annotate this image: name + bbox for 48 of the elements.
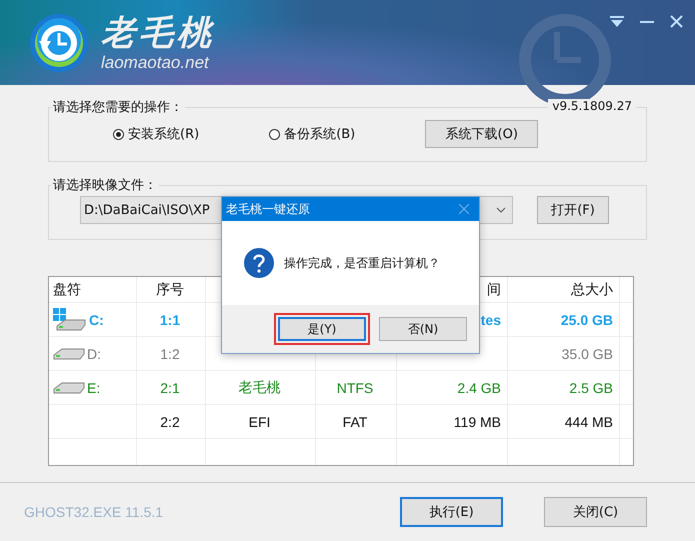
radio-icon[interactable] <box>269 128 280 140</box>
column-header: 序号 <box>156 280 184 298</box>
table-cell: 2:2 <box>160 414 180 430</box>
table-cell: 1:1 <box>160 312 180 328</box>
ghost-version: GHOST32.EXE 11.5.1 <box>24 504 164 520</box>
radio-label[interactable]: 备份系统(B) <box>284 125 356 143</box>
drive-letter: C: <box>89 312 104 328</box>
table-cell: 35.0 GB <box>562 346 613 362</box>
question-icon <box>244 248 274 278</box>
dropdown-icon[interactable] <box>610 16 624 28</box>
site-url: laomaotao.net <box>101 52 210 72</box>
footer-button[interactable]: 关闭(C) <box>544 497 647 527</box>
column-header: 总大小 <box>571 280 613 298</box>
table-cell: EFI <box>248 414 270 430</box>
table-cell: 1:2 <box>160 346 180 362</box>
column-header: 间 <box>487 280 501 298</box>
download-button[interactable]: 系统下载(O) <box>425 120 538 148</box>
table-cell: 2.4 GB <box>457 380 501 396</box>
column-header: 盘符 <box>53 280 81 298</box>
table-cell: 2:1 <box>160 380 180 396</box>
drive-letter: D: <box>87 346 101 362</box>
chevron-down-icon[interactable] <box>496 207 506 213</box>
radio-icon[interactable] <box>113 128 124 140</box>
drive-icon <box>53 382 85 394</box>
system-drive-icon <box>53 308 87 332</box>
table-cell: 119 MB <box>454 414 501 430</box>
table-cell: 25.0 GB <box>560 312 613 328</box>
open-button[interactable]: 打开(F) <box>537 196 609 224</box>
dialog-title: 老毛桃一键还原 <box>226 200 310 218</box>
clock-logo-icon <box>29 12 89 72</box>
dialog-message: 操作完成，是否重启计算机？ <box>284 254 440 272</box>
table-cell: NTFS <box>336 380 374 396</box>
footer-button[interactable]: 执行(E) <box>400 497 503 527</box>
dialog-button[interactable]: 否(N) <box>379 317 467 341</box>
radio-label[interactable]: 安装系统(R) <box>128 125 200 143</box>
minimize-icon[interactable] <box>640 20 654 22</box>
table-cell: 2.5 GB <box>569 380 613 396</box>
version-text: v9.5.1809.27 <box>548 99 636 113</box>
table-cell: 444 MB <box>564 414 613 430</box>
dialog-button[interactable]: 是(Y) <box>278 317 366 341</box>
drive-icon <box>53 348 85 360</box>
logo-text: 老毛桃 <box>101 12 215 52</box>
table-cell: 老毛桃 <box>238 378 280 396</box>
drive-letter: E: <box>87 380 100 396</box>
group-title: 请选择映像文件： <box>52 177 158 194</box>
table-cell: FAT <box>342 414 368 430</box>
table-cell: tes <box>480 312 501 328</box>
group-title: 请选择您需要的操作： <box>52 99 184 116</box>
